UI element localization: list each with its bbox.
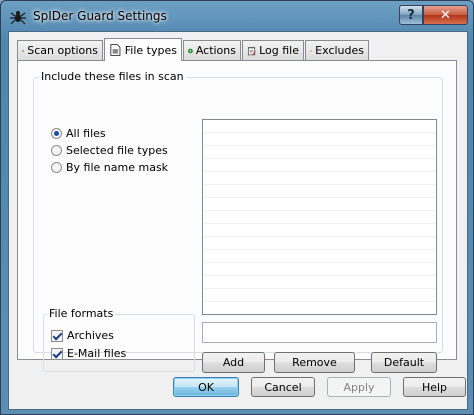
list-item (203, 276, 436, 289)
radio-button[interactable] (51, 162, 62, 173)
list-item (203, 289, 436, 302)
tab-log-file[interactable]: Log file (242, 40, 304, 60)
tab-scan-options[interactable]: Scan options (17, 40, 103, 60)
settings-window: SpIDer Guard Settings ? ✕ Scan options F… (0, 0, 474, 415)
radio-label: Selected file types (66, 144, 168, 157)
notepad-icon (247, 46, 256, 55)
list-item (203, 185, 436, 198)
file-types-panel: Include these files in scan All files Se… (17, 60, 457, 373)
document-icon (110, 44, 121, 56)
radio-button[interactable] (51, 145, 62, 156)
list-item (203, 302, 436, 314)
tab-label: Scan options (27, 44, 98, 57)
title-bar[interactable]: SpIDer Guard Settings ? ✕ (1, 1, 473, 31)
file-formats-group: File formats (43, 307, 195, 372)
list-item (203, 263, 436, 276)
tab-label: File types (124, 43, 177, 57)
file-mask-input[interactable] (202, 322, 437, 343)
checkbox[interactable] (51, 329, 63, 342)
radio-label: By file name mask (66, 161, 169, 174)
tab-file-types[interactable]: File types (104, 38, 182, 61)
list-item (203, 133, 436, 146)
list-item (203, 146, 436, 159)
help-titlebar-button[interactable]: ? (399, 5, 423, 25)
radio-by-file-name-mask[interactable]: By file name mask (51, 161, 168, 174)
radio-button[interactable] (51, 128, 62, 139)
magnifier-icon (22, 49, 25, 52)
default-button[interactable]: Default (371, 352, 437, 373)
window-title: SpIDer Guard Settings (33, 9, 167, 23)
checkbox-email-files[interactable]: E-Mail files (51, 347, 126, 360)
checkbox[interactable] (51, 347, 63, 360)
include-files-legend: Include these files in scan (39, 70, 186, 83)
svg-text:?: ? (189, 49, 191, 53)
tab-excludes[interactable]: Excludes (305, 40, 369, 60)
list-item (203, 172, 436, 185)
close-window-button[interactable]: ✕ (423, 5, 468, 25)
add-button[interactable]: Add (202, 352, 265, 373)
file-formats-legend: File formats (47, 307, 116, 320)
file-types-list[interactable] (202, 119, 437, 315)
ok-button[interactable]: OK (173, 377, 239, 397)
checkbox-label: E-Mail files (67, 347, 127, 360)
apply-button[interactable]: Apply (327, 377, 391, 397)
list-item (203, 120, 436, 133)
checkbox-archives[interactable]: Archives (51, 329, 114, 342)
list-item (203, 224, 436, 237)
cancel-button[interactable]: Cancel (251, 377, 315, 397)
dialog-client-area: Scan options File types ? Actions Log fi… (8, 31, 468, 410)
remove-button[interactable]: Remove (274, 352, 355, 373)
radio-selected-file-types[interactable]: Selected file types (51, 144, 168, 157)
help-button[interactable]: Help (403, 377, 466, 397)
radio-all-files[interactable]: All files (51, 127, 106, 140)
folder-icon (310, 49, 312, 52)
checkbox-label: Archives (67, 329, 114, 342)
list-item (203, 237, 436, 250)
tab-label: Excludes (315, 44, 364, 57)
tab-label: Log file (259, 44, 299, 57)
list-item (203, 211, 436, 224)
tab-label: Actions (195, 44, 236, 57)
list-item (203, 159, 436, 172)
spider-icon (10, 11, 26, 25)
tab-actions[interactable]: ? Actions (183, 40, 241, 60)
radio-label: All files (66, 127, 106, 140)
question-icon: ? (188, 48, 193, 53)
list-item (203, 250, 436, 263)
list-item (203, 198, 436, 211)
